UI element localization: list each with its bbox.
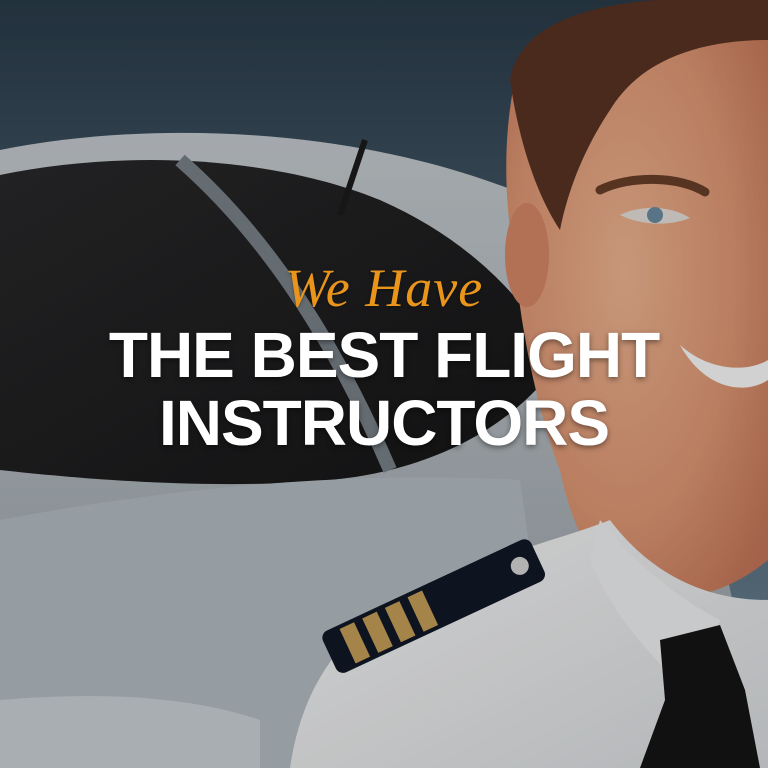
headline-script-line: We Have <box>284 258 484 318</box>
headline-bold-line-2: INSTRUCTORS <box>158 387 610 459</box>
headline-bold-line-1: THE BEST FLIGHT <box>108 319 660 391</box>
